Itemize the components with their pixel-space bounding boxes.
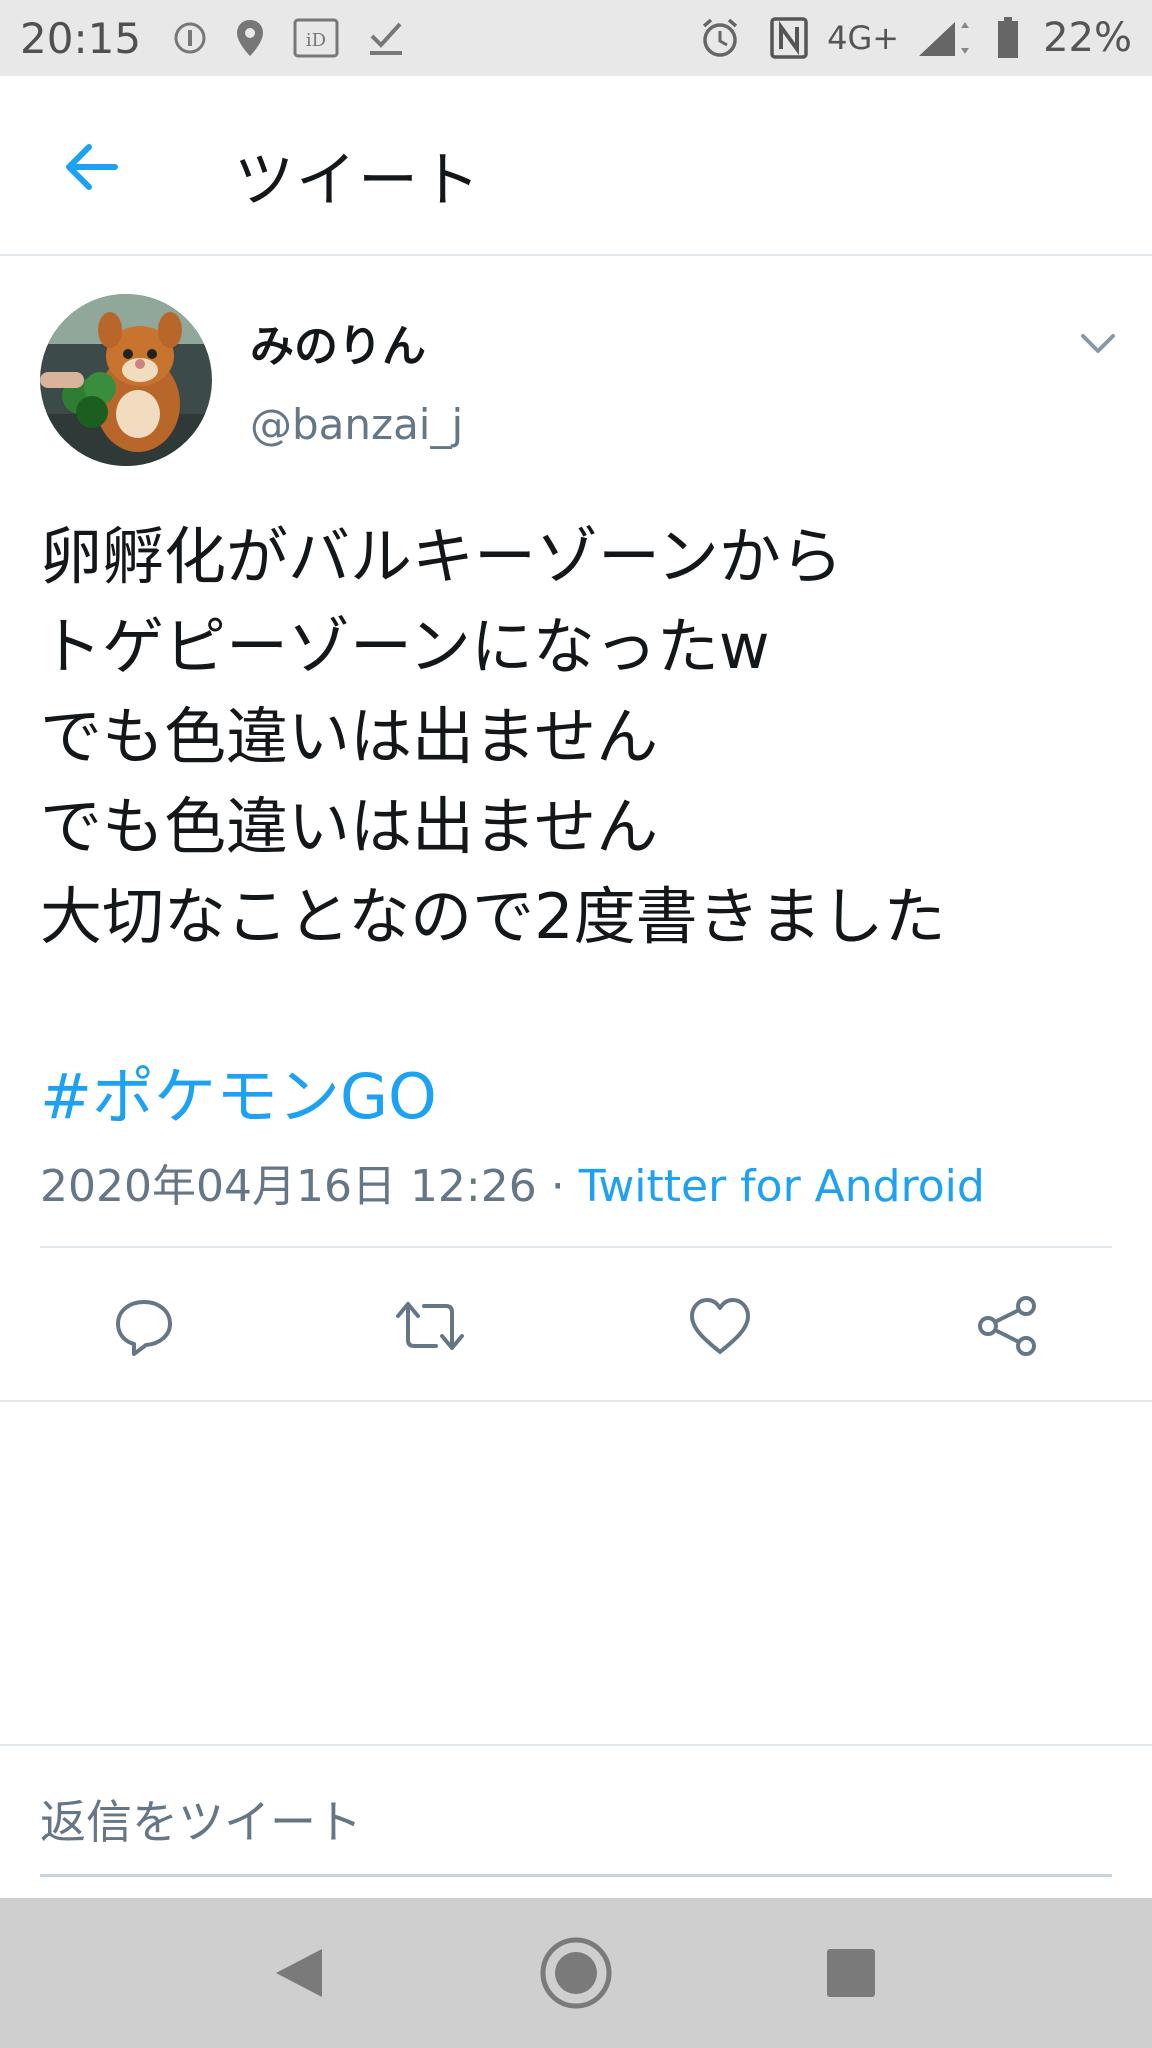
chevron-down-icon <box>1081 334 1115 353</box>
alarm-icon <box>699 17 741 59</box>
reply-input[interactable]: 返信をツイート <box>40 1786 362 1852</box>
signal-icon <box>915 18 970 58</box>
nfc-icon <box>769 16 809 60</box>
tweet-text-line: 卵孵化がバルキーゾーンから <box>40 520 843 593</box>
divider <box>0 1400 1152 1402</box>
divider <box>0 1744 1152 1746</box>
tweet-text-line: でも色違いは出ません <box>40 790 659 863</box>
nav-recents-button[interactable] <box>806 1928 896 2018</box>
back-triangle-icon <box>276 1949 322 1997</box>
network-type: 4G+ <box>827 19 900 57</box>
tweet-menu-button[interactable] <box>1076 322 1120 366</box>
page-title: ツイート <box>234 146 482 216</box>
source-link[interactable]: Twitter for Android <box>579 1161 985 1212</box>
divider <box>40 1246 1112 1248</box>
battery-percent: 22% <box>1043 15 1132 61</box>
download-done-icon <box>367 18 405 58</box>
reply-icon <box>116 1300 172 1356</box>
share-button[interactable] <box>972 1290 1044 1362</box>
retweet-icon <box>396 1302 464 1350</box>
share-icon <box>978 1296 1036 1356</box>
arrow-left-icon <box>66 144 118 190</box>
like-button[interactable] <box>684 1290 756 1362</box>
status-time: 20:15 <box>20 13 142 63</box>
hashtag-link[interactable]: #ポケモンGO <box>40 1046 437 1136</box>
info-icon <box>173 21 207 55</box>
user-name[interactable]: みのりん <box>250 310 426 374</box>
recents-square-icon <box>827 1949 875 1997</box>
system-nav-bar <box>0 1898 1152 2048</box>
id-icon: iD <box>293 18 339 58</box>
nav-home-button[interactable] <box>531 1928 621 2018</box>
tweet-meta: 2020年04月16日 12:26 · Twitter for Android <box>40 1150 985 1214</box>
tweet-text-line: 大切なことなので2度書きました <box>40 880 946 953</box>
timestamp: 2020年04月16日 12:26 <box>40 1161 537 1212</box>
back-button[interactable] <box>58 134 124 200</box>
status-bar: 20:15 iD 4G+ 22% <box>0 0 1152 76</box>
svg-text:iD: iD <box>306 30 326 51</box>
tweet-actions <box>0 1250 1152 1400</box>
reply-button[interactable] <box>108 1290 180 1362</box>
avatar[interactable] <box>40 294 212 466</box>
reply-input-underline <box>40 1874 1112 1877</box>
tweet-text: 卵孵化がバルキーゾーンから トゲピーゾーンになったw でも色違いは出ません でも… <box>40 512 1120 962</box>
user-handle[interactable]: @banzai_j <box>250 400 463 449</box>
battery-icon <box>997 17 1019 59</box>
home-circle-icon <box>540 1937 612 2009</box>
nav-back-button[interactable] <box>254 1928 344 2018</box>
meta-separator: · <box>536 1161 579 1212</box>
tweet-text-line: でも色違いは出ません <box>40 700 659 773</box>
location-icon <box>235 18 265 58</box>
status-right: 4G+ 22% <box>689 15 1132 61</box>
app-header: ツイート <box>0 76 1152 256</box>
like-icon <box>690 1298 750 1354</box>
retweet-button[interactable] <box>394 1290 466 1362</box>
tweet-text-line: トゲピーゾーンになったw <box>40 610 770 683</box>
